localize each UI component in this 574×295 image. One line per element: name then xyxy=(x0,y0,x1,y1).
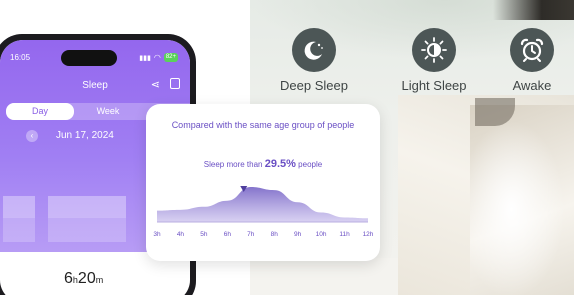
minutes-unit: m xyxy=(95,275,104,285)
background-floor xyxy=(250,258,398,295)
wifi-icon: ◠ xyxy=(153,53,161,62)
signal-icon: ▮▮▮ xyxy=(139,54,151,62)
x-tick-label: 12h xyxy=(363,231,374,238)
distribution-chart: 3h 4h 5h 6h 7h 8h 9h 10h 11h 12h xyxy=(153,186,374,238)
x-tick-label: 6h xyxy=(224,231,232,238)
moon-stars-icon xyxy=(292,28,336,72)
share-icon[interactable]: ⋖ xyxy=(151,78,160,91)
x-tick-label: 8h xyxy=(271,231,279,238)
sun-icon xyxy=(412,28,456,72)
background-shadow xyxy=(493,0,574,20)
tab-day[interactable]: Day xyxy=(6,103,74,120)
x-tick-label: 5h xyxy=(200,231,208,238)
dynamic-island xyxy=(61,50,117,66)
distribution-area xyxy=(157,187,368,222)
status-time: 16:05 xyxy=(10,53,31,62)
battery-icon: 82+ xyxy=(163,53,178,62)
sleep-stage-block xyxy=(48,196,126,218)
sleep-duration: 6h20m xyxy=(64,270,103,288)
tab-week[interactable]: Week xyxy=(74,103,142,120)
mode-label: Deep Sleep xyxy=(280,78,348,93)
app-title: Sleep xyxy=(82,80,108,91)
x-tick-label: 9h xyxy=(294,231,302,238)
x-tick-label: 4h xyxy=(177,231,185,238)
mode-label: Awake xyxy=(512,78,552,93)
background-pillow xyxy=(470,105,574,295)
selected-date: Jun 17, 2024 xyxy=(56,130,114,141)
sleep-stage-block xyxy=(48,218,126,242)
sleep-stage-block xyxy=(3,218,35,242)
alarm-clock-icon xyxy=(510,28,554,72)
comparison-card: Compared with the same age group of peop… xyxy=(146,104,380,261)
x-tick-label: 10h xyxy=(316,231,327,238)
sleep-hours: 6 xyxy=(64,270,73,287)
mode-deep-sleep: Deep Sleep xyxy=(264,28,364,93)
sleep-stage-block xyxy=(3,196,35,218)
mode-label: Light Sleep xyxy=(401,78,467,93)
mode-light-sleep: Light Sleep xyxy=(384,28,484,93)
mode-awake: Awake xyxy=(482,28,574,93)
calendar-icon[interactable] xyxy=(170,78,180,89)
x-tick-label: 7h xyxy=(247,231,255,238)
x-tick-label: 11h xyxy=(339,231,350,238)
sleep-minutes: 20 xyxy=(77,270,96,287)
chevron-left-icon[interactable]: ‹ xyxy=(26,130,38,142)
x-tick-label: 3h xyxy=(153,231,161,238)
